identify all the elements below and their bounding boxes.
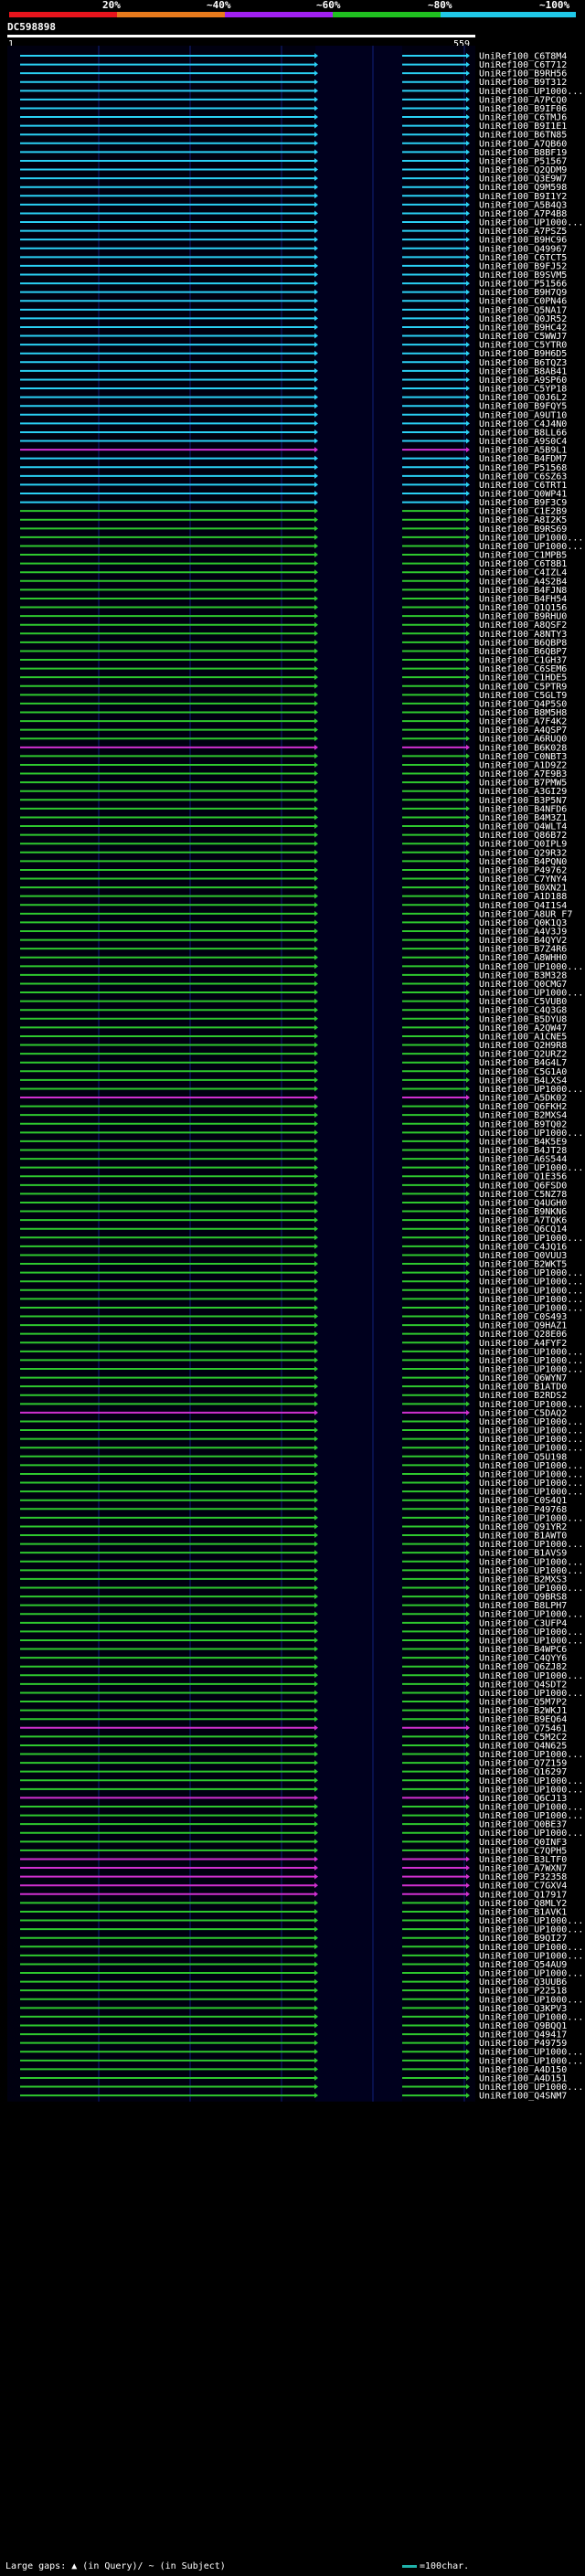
hit-id-label[interactable]: UniRef100_Q4SNM7 (479, 2092, 567, 2102)
scale-legend-swatch (402, 2564, 417, 2568)
scale-legend-label: =100char. (420, 2561, 470, 2571)
gap-region-shade (315, 46, 402, 2102)
alignment-hits-panel: UniRef100_C6T8M4UniRef100_C6T712UniRef10… (7, 46, 583, 2102)
scale-legend: =100char. (402, 2561, 469, 2571)
large-gaps-legend: Large gaps: ▲ (in Query)/ ~ (in Subject) (5, 2561, 226, 2571)
